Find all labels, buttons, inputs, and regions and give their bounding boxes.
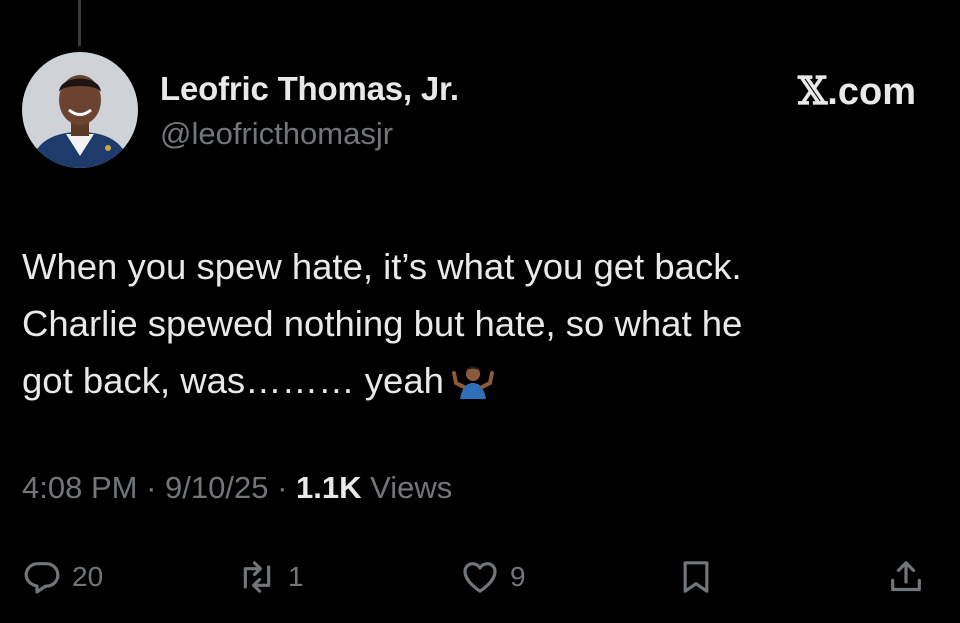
like-button[interactable]: 9	[460, 553, 526, 601]
avatar[interactable]	[22, 52, 138, 168]
repost-icon	[243, 561, 271, 593]
post-time[interactable]: 4:08 PM	[22, 470, 137, 505]
reply-icon	[24, 562, 60, 594]
repost-count: 1	[288, 561, 304, 592]
reply-count: 20	[72, 561, 104, 592]
thread-connector-line	[78, 0, 81, 46]
author-name[interactable]: Leofric Thomas, Jr.	[160, 70, 459, 108]
x-logo-icon: 𝕏	[797, 68, 828, 113]
views-count: 1.1K	[296, 470, 362, 505]
share-icon	[891, 561, 921, 592]
views-label: Views	[361, 470, 453, 505]
tweet-text: When you spew hate, it’s what you get ba…	[22, 238, 932, 409]
repost-button[interactable]: 1	[236, 553, 304, 601]
separator-dot: ·	[268, 470, 297, 505]
bookmark-button[interactable]	[676, 553, 716, 601]
separator-dot: ·	[137, 470, 166, 505]
tweet-metadata: 4:08 PM · 9/10/25 · 1.1K Views	[22, 470, 452, 506]
share-button[interactable]	[886, 553, 926, 601]
avatar-photo	[22, 52, 138, 168]
site-watermark: 𝕏.com	[798, 68, 916, 114]
tweet-line-text: got back, was……… yeah	[22, 360, 444, 401]
action-bar: 20 1 9	[0, 553, 960, 601]
tweet-line-last: got back, was……… yeah	[22, 352, 932, 409]
shrug-emoji-icon	[451, 358, 494, 399]
site-domain: .com	[827, 71, 916, 113]
post-date[interactable]: 9/10/25	[165, 470, 268, 505]
tweet-line: When you spew hate, it’s what you get ba…	[22, 246, 742, 287]
author-handle[interactable]: @leofricthomasjr	[160, 116, 393, 152]
like-count: 9	[510, 561, 526, 592]
heart-icon	[463, 562, 497, 593]
reply-button[interactable]: 20	[22, 553, 103, 601]
bookmark-icon	[683, 561, 709, 593]
tweet-line: Charlie spewed nothing but hate, so what…	[22, 303, 743, 344]
